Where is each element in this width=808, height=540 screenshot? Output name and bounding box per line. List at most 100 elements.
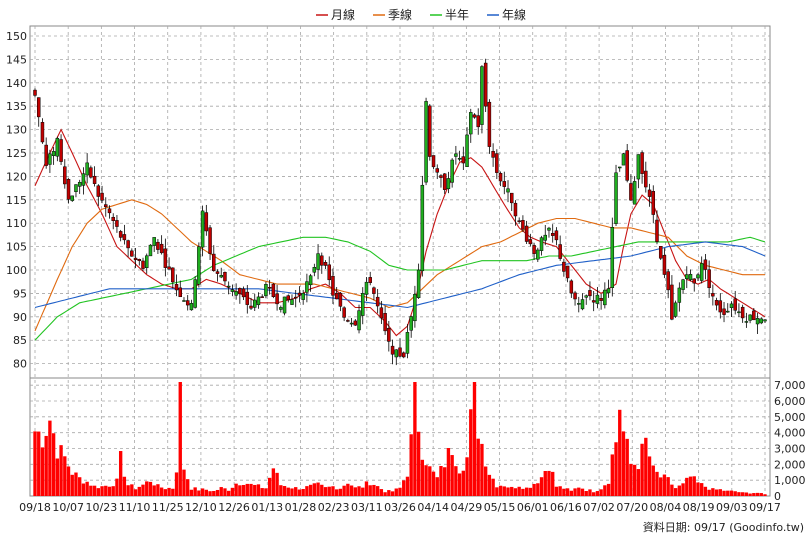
volume-bar [673,488,678,496]
volume-bar [92,485,97,496]
volume-bar [599,489,603,496]
candle-body [748,314,752,321]
volume-bar [223,488,227,496]
candle-body [245,291,250,305]
candle-body [565,265,570,279]
candle-body [305,281,309,293]
candle-body [200,210,205,248]
date-tick-label: 03/11 [351,501,383,514]
candle-body [740,306,745,319]
candle-body [100,192,104,201]
candle-body [588,290,592,297]
candle-body [517,220,521,222]
volume-bar [361,487,365,496]
candle-body [92,175,97,184]
candle-body [532,245,536,254]
volume-bar [130,484,134,496]
volume-bar [81,483,86,496]
date-tick-label: 10/23 [86,501,118,514]
candle-body [524,225,529,242]
candle-body [189,303,194,311]
volume-bar [625,438,629,496]
volume-bar [159,487,164,496]
candle-body [647,189,652,197]
candle-body [509,192,514,204]
candle-body [681,279,685,290]
volume-bar [688,476,693,496]
volume-bar [502,486,506,496]
candle-body [651,191,656,215]
volume-bar [606,483,611,496]
volume-bar [465,457,469,496]
volume-tick-label: 7,000 [774,379,806,392]
date-tick-label: 02/23 [318,501,350,514]
candle-body [439,175,443,178]
volume-bar [133,489,138,496]
candlestick [483,58,488,112]
volume-bar [487,474,492,496]
candle-body [89,167,93,178]
volume-bar [171,488,175,496]
candle-body [591,300,596,303]
candle-body [167,266,171,270]
candle-body [390,345,395,355]
volume-bar [755,492,760,496]
legend-label: 季線 [388,7,412,22]
candle-body [737,311,741,314]
volume-bar [476,438,480,496]
candle-body [763,319,767,322]
candle-body [491,151,495,158]
volume-bar [323,487,328,496]
candle-body [632,181,637,205]
volume-bar [178,382,182,496]
volume-bar [59,445,63,496]
candle-body [424,101,428,183]
volume-tick-label: 1,000 [774,474,806,487]
candle-body [137,258,142,262]
volume-bar [212,491,216,496]
candlestick [424,97,428,186]
candle-body [174,284,179,291]
volume-bar [368,485,372,496]
volume-bar [569,490,574,496]
candle-body [547,227,551,231]
volume-bar [759,493,763,496]
volume-bar [338,488,343,496]
volume-bar [584,491,588,496]
volume-bar [670,484,674,496]
candlestick [420,175,425,277]
candle-body [226,285,231,288]
candle-body [558,244,562,259]
candle-body [331,275,335,296]
volume-bar [647,456,652,496]
legend-label: 半年 [445,8,469,22]
candle-body [163,248,168,268]
volume-bar [662,474,667,496]
volume-bar [275,472,279,496]
volume-bar [238,485,242,496]
candle-body [666,271,670,291]
volume-bar [70,474,74,496]
volume-bar [498,485,503,496]
legend-label: 年線 [502,7,526,22]
price-tick-label: 125 [6,147,27,160]
candle-body [625,150,629,181]
volume-bar [390,491,395,496]
candle-body [144,255,149,268]
volume-bar [603,485,607,496]
candle-body [48,153,52,165]
volume-bar [44,435,48,496]
candle-body [122,234,127,241]
candle-body [353,320,358,326]
date-tick-label: 06/01 [517,501,549,514]
volume-bar [621,431,626,496]
volume-bar [752,493,756,496]
candle-body [413,294,417,322]
candlestick [673,300,678,318]
volume-bar [446,448,451,496]
candle-body [115,220,119,227]
volume-bar [279,485,283,496]
volume-bar [249,483,253,496]
candle-body [528,239,533,245]
candlestick [487,99,492,154]
